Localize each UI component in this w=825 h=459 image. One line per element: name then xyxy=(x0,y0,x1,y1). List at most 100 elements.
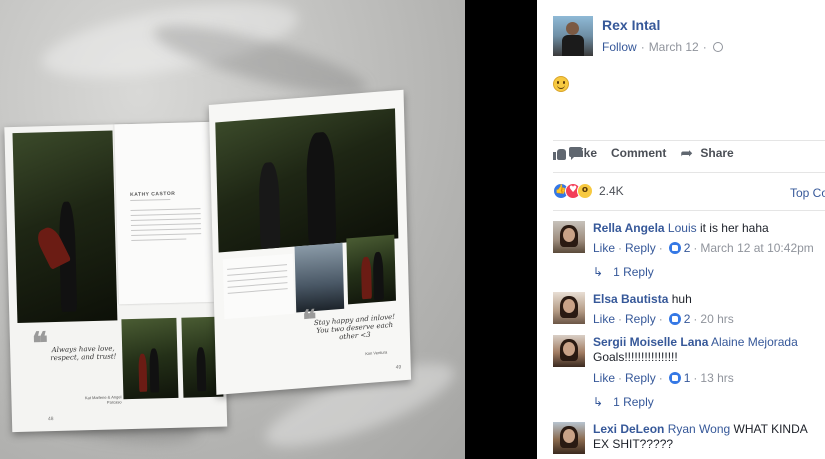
comment-text: Elsa Bautista huh xyxy=(593,292,825,307)
wow-reaction-icon: o xyxy=(577,183,593,199)
view-replies-link[interactable]: ↳ 1 Reply xyxy=(593,265,654,279)
text-line xyxy=(227,270,288,276)
text-line xyxy=(130,208,201,212)
view-replies-link[interactable]: ↳ 1 Reply xyxy=(593,395,654,409)
share-button[interactable]: Share xyxy=(680,144,734,162)
tagged-user[interactable]: Louis xyxy=(668,221,697,235)
couple-photo-small xyxy=(121,317,179,400)
couple-photo-small xyxy=(294,242,345,313)
comment-text: Sergii Moiselle Lana Alaine Mejorada Goa… xyxy=(593,335,825,365)
text-line xyxy=(227,288,288,294)
quote-left-credit: Kat Marlene & Angel Parcaso xyxy=(84,394,122,405)
post-meta: Follow · March 12 · xyxy=(602,40,723,54)
smile-emoji-icon xyxy=(553,76,569,92)
post-date[interactable]: March 12 xyxy=(649,40,699,54)
globe-icon[interactable] xyxy=(712,42,723,52)
comment-actions: Like · Reply · 2 · March 12 at 10:42pm xyxy=(593,241,814,255)
text-line xyxy=(227,282,288,288)
commenter-avatar[interactable] xyxy=(553,422,585,454)
comment-like-button[interactable]: Like xyxy=(593,312,615,326)
card-name: KATHY CASTOR xyxy=(130,190,176,199)
comment-reply-button[interactable]: Reply xyxy=(625,371,656,385)
divider xyxy=(130,198,171,202)
author-avatar[interactable] xyxy=(553,16,593,56)
page-number: 48 xyxy=(47,416,54,423)
share-arrow-icon xyxy=(680,144,694,162)
avatar-face xyxy=(563,342,575,356)
commenter-name[interactable]: Sergii Moiselle Lana xyxy=(593,335,708,349)
reply-arrow-icon: ↳ xyxy=(593,395,604,409)
yearbook-left-page: KATHY CASTOR ❝ Always have love, respect… xyxy=(4,121,228,433)
avatar-face xyxy=(563,429,575,443)
avatar-face xyxy=(563,299,575,313)
comment-reply-button[interactable]: Reply xyxy=(625,241,656,255)
comment-time[interactable]: 13 hrs xyxy=(700,371,733,385)
comment-actions: Like · Reply · 1 · 13 hrs xyxy=(593,371,734,385)
groom-figure xyxy=(149,348,160,393)
text-line xyxy=(130,213,201,217)
thumbs-up-icon xyxy=(553,147,567,160)
comment-actions: Like · Reply · 2 · 20 hrs xyxy=(593,312,734,326)
divider xyxy=(553,210,825,211)
quote-right-credit: Kim Ventura xyxy=(365,349,388,357)
tagged-user[interactable]: Alaine Mejorada xyxy=(711,335,798,349)
reaction-summary[interactable]: 👍 ♥ o 2.4K xyxy=(553,183,624,199)
commenter-name[interactable]: Rella Angela xyxy=(593,221,665,235)
avatar-face xyxy=(563,228,575,242)
couple-photo-large xyxy=(12,130,118,324)
bride-figure xyxy=(258,161,281,250)
commenter-name[interactable]: Elsa Bautista xyxy=(593,292,668,306)
comment-like-count[interactable]: 2 xyxy=(684,312,691,326)
tagged-user[interactable]: Ryan Wong xyxy=(668,422,730,436)
text-line xyxy=(131,233,202,237)
like-count-icon xyxy=(668,313,681,325)
text-line xyxy=(131,238,187,241)
yearbook: KATHY CASTOR ❝ Always have love, respect… xyxy=(4,89,413,435)
text-line xyxy=(131,228,202,232)
like-count-icon xyxy=(668,242,681,254)
comment-label: Comment xyxy=(611,146,667,160)
commenter-avatar[interactable] xyxy=(553,335,585,367)
post-sidebar: Rex Intal Follow · March 12 · Like Comme… xyxy=(537,0,825,459)
comment-reply-button[interactable]: Reply xyxy=(625,312,656,326)
comment-time[interactable]: 20 hrs xyxy=(700,312,733,326)
author-name[interactable]: Rex Intal xyxy=(602,17,660,33)
comment-like-count[interactable]: 2 xyxy=(684,241,691,255)
replies-label: 1 Reply xyxy=(613,395,654,409)
meta-separator: · xyxy=(702,40,707,54)
photo-letterbox xyxy=(465,0,537,459)
comment-like-count[interactable]: 1 xyxy=(684,371,691,385)
comment-like-button[interactable]: Like xyxy=(593,371,615,385)
divider xyxy=(553,140,825,141)
follow-link[interactable]: Follow xyxy=(602,40,637,54)
page-number: 49 xyxy=(395,364,402,371)
comment-time[interactable]: March 12 at 10:42pm xyxy=(700,241,813,255)
comment-text: Rella Angela Louis it is her haha xyxy=(593,221,825,236)
comment-body: huh xyxy=(671,292,692,306)
share-label: Share xyxy=(700,146,734,160)
comment-like-button[interactable]: Like xyxy=(593,241,615,255)
quote-left: Always have love, respect, and trust! xyxy=(50,344,117,363)
comment-button[interactable]: Comment xyxy=(569,146,667,160)
comment-icon xyxy=(569,146,583,160)
comment-body: Goals!!!!!!!!!!!!!!!! xyxy=(593,350,678,364)
top-comments-dropdown[interactable]: Top Co xyxy=(790,186,825,200)
divider xyxy=(553,172,825,173)
quote-right: Stay happy and inlove! You two deserve e… xyxy=(313,312,396,342)
text-line xyxy=(227,276,288,282)
commenter-name[interactable]: Lexi DeLeon xyxy=(593,422,664,436)
commenter-avatar[interactable] xyxy=(553,292,585,324)
post-actions: Like Comment Share xyxy=(553,144,734,162)
commenter-avatar[interactable] xyxy=(553,221,585,253)
bride-figure xyxy=(360,256,372,300)
couple-photo-small xyxy=(346,234,396,305)
text-line xyxy=(130,218,201,222)
text-line xyxy=(227,264,288,270)
avatar-head xyxy=(566,22,579,35)
comment-body: it is her haha xyxy=(699,221,769,235)
reply-arrow-icon: ↳ xyxy=(593,265,604,279)
yearbook-right-page: ❝ Stay happy and inlove! You two deserve… xyxy=(208,89,412,395)
comment-text: Lexi DeLeon Ryan Wong WHAT KINDA EX SHIT… xyxy=(593,422,825,452)
groom-figure xyxy=(305,131,337,246)
post-photo[interactable]: KATHY CASTOR ❝ Always have love, respect… xyxy=(0,0,465,459)
